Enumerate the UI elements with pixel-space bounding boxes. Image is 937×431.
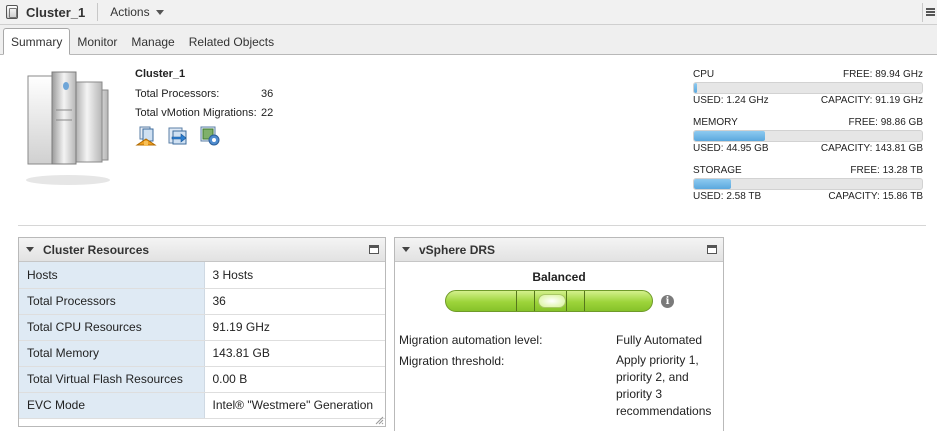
tab-bar: Summary Monitor Manage Related Objects — [0, 25, 937, 55]
automation-level-value: Fully Automated — [616, 333, 703, 347]
table-row: Total Memory 143.81 GB — [19, 340, 385, 367]
cpu-free: FREE: 89.94 GHz — [842, 69, 923, 80]
divider — [922, 3, 923, 22]
cluster-resources-table: Hosts 3 Hosts Total Processors 36 Total … — [19, 262, 385, 419]
row-value: Intel® "Westmere" Generation — [204, 392, 385, 419]
cluster-resources-header: Cluster Resources — [19, 238, 385, 262]
storage-label: STORAGE — [693, 165, 742, 176]
cpu-meter: CPU FREE: 89.94 GHz USED: 1.24 GHz CAPAC… — [693, 69, 923, 107]
tab-manage[interactable]: Manage — [124, 29, 181, 54]
actions-label: Actions — [110, 5, 150, 19]
gauge-bubble — [538, 294, 566, 308]
total-processors-value: 36 — [261, 88, 274, 100]
row-value: 3 Hosts — [204, 262, 385, 289]
drs-balance-level-gauge — [445, 290, 653, 312]
cpu-usage-fill — [694, 83, 698, 93]
vsphere-drs-portlet: vSphere DRS Balanced i Migration automat… — [394, 237, 724, 431]
vsphere-drs-title: vSphere DRS — [419, 242, 496, 257]
vmotion-migrations-value: 22 — [261, 107, 274, 119]
tab-related-objects[interactable]: Related Objects — [182, 29, 281, 54]
memory-used: USED: 44.95 GB — [693, 143, 769, 154]
caret-down-icon — [155, 9, 164, 15]
divider — [18, 225, 926, 226]
storage-free: FREE: 13.28 TB — [850, 165, 923, 176]
collapse-icon[interactable] — [26, 247, 34, 252]
memory-meter: MEMORY FREE: 98.86 GB USED: 44.95 GB CAP… — [693, 117, 923, 155]
maximize-icon[interactable] — [707, 245, 717, 254]
tab-monitor[interactable]: Monitor — [70, 29, 124, 54]
migration-threshold-label: Migration threshold: — [399, 354, 505, 368]
row-key: Total Virtual Flash Resources — [19, 366, 205, 393]
cluster-resources-portlet: Cluster Resources Hosts 3 Hosts Total Pr… — [18, 237, 386, 427]
page-title: Cluster_1 — [26, 4, 86, 20]
storage-used: USED: 2.58 TB — [693, 191, 762, 202]
gauge-tick — [566, 291, 567, 311]
table-row: Total Virtual Flash Resources 0.00 B — [19, 366, 385, 393]
threshold-line: recommendations — [616, 404, 712, 418]
memory-usage-bar — [693, 130, 923, 142]
row-value: 0.00 B — [204, 366, 385, 393]
title-bar: Cluster_1 Actions — [0, 0, 937, 25]
automation-level-label: Migration automation level: — [399, 333, 543, 347]
row-value: 36 — [204, 288, 385, 315]
collapse-icon[interactable] — [402, 247, 410, 252]
cluster-servers-icon — [26, 71, 110, 185]
row-key: EVC Mode — [19, 392, 205, 419]
threshold-line: priority 3 — [616, 387, 663, 401]
total-processors-label: Total Processors: — [135, 88, 220, 100]
gauge-tick — [534, 291, 535, 311]
panel-menu-icon[interactable] — [926, 8, 935, 17]
row-value: 91.19 GHz — [204, 314, 385, 341]
cpu-capacity: CAPACITY: 91.19 GHz — [820, 95, 923, 106]
tab-summary[interactable]: Summary — [3, 28, 71, 55]
table-row: Total Processors 36 — [19, 288, 385, 315]
add-host-icon[interactable] — [135, 125, 157, 147]
row-key: Hosts — [19, 262, 205, 289]
drs-balance-status: Balanced — [532, 270, 586, 284]
cluster-icon — [6, 5, 18, 19]
vsphere-drs-header: vSphere DRS — [395, 238, 723, 262]
storage-usage-bar — [693, 178, 923, 190]
gauge-tick — [516, 291, 517, 311]
storage-meter: STORAGE FREE: 13.28 TB USED: 2.58 TB CAP… — [693, 165, 923, 203]
memory-free: FREE: 98.86 GB — [848, 117, 923, 128]
row-key: Total CPU Resources — [19, 314, 205, 341]
memory-capacity: CAPACITY: 143.81 GB — [820, 143, 923, 154]
row-value: 143.81 GB — [204, 340, 385, 367]
table-row: Total CPU Resources 91.19 GHz — [19, 314, 385, 341]
migration-threshold-value: Apply priority 1, priority 2, and priori… — [616, 352, 711, 420]
threshold-line: Apply priority 1, — [616, 353, 699, 367]
cpu-usage-bar — [693, 82, 923, 94]
gauge-tick — [584, 291, 585, 311]
storage-usage-fill — [694, 179, 732, 189]
table-row: EVC Mode Intel® "Westmere" Generation — [19, 392, 385, 419]
storage-capacity: CAPACITY: 15.86 TB — [828, 191, 923, 202]
table-row: Hosts 3 Hosts — [19, 262, 385, 289]
memory-label: MEMORY — [693, 117, 738, 128]
migrate-vm-icon[interactable] — [167, 125, 189, 147]
row-key: Total Memory — [19, 340, 205, 367]
cluster-name: Cluster_1 — [135, 68, 186, 80]
resize-grip-icon[interactable] — [374, 415, 384, 425]
cpu-label: CPU — [693, 69, 715, 80]
row-key: Total Processors — [19, 288, 205, 315]
maximize-icon[interactable] — [369, 245, 379, 254]
info-icon[interactable]: i — [661, 295, 674, 308]
quick-actions — [135, 125, 221, 147]
divider — [97, 3, 99, 21]
cpu-used: USED: 1.24 GHz — [693, 95, 769, 106]
vmotion-migrations-label: Total vMotion Migrations: — [135, 107, 257, 119]
cluster-settings-icon[interactable] — [199, 125, 221, 147]
threshold-line: priority 2, and — [616, 370, 689, 384]
memory-usage-fill — [694, 131, 766, 141]
cluster-resources-title: Cluster Resources — [43, 242, 150, 257]
actions-menu-button[interactable]: Actions — [110, 5, 164, 19]
